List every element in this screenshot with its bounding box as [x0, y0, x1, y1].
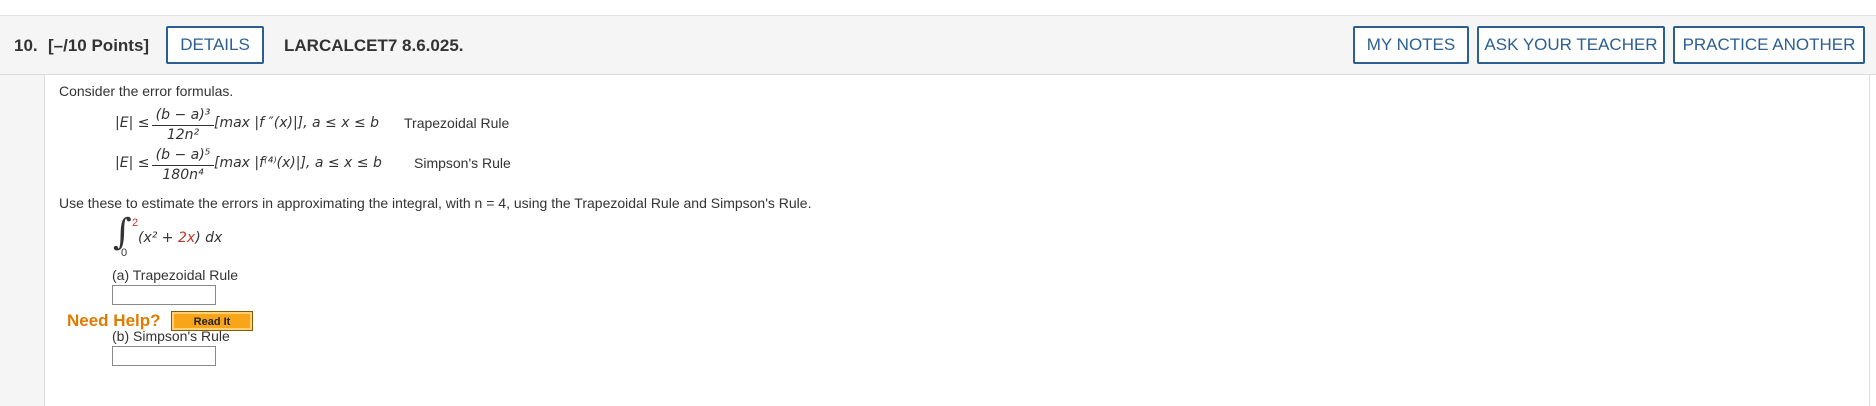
- gutter-divider: [44, 75, 45, 406]
- integral-upper-limit: 2: [132, 217, 139, 229]
- my-notes-button[interactable]: MY NOTES: [1353, 26, 1469, 64]
- part-a-answer-input[interactable]: [112, 285, 216, 305]
- read-it-button[interactable]: Read It: [171, 311, 253, 331]
- trap-denominator: 12n²: [166, 127, 200, 143]
- question-code: LARCALCET7 8.6.025.: [284, 36, 464, 55]
- trap-rule-name: Trapezoidal Rule: [404, 115, 510, 131]
- integrand-red: 2x: [178, 230, 196, 246]
- left-gutter: [0, 75, 44, 406]
- integral-lower-limit: 0: [121, 247, 128, 259]
- intro-text: Consider the error formulas.: [59, 83, 234, 99]
- integral-sign: ∫: [113, 212, 132, 253]
- simp-lhs: |E| ≤: [115, 155, 150, 171]
- simp-fraction: (b − a)⁵ 180n⁴: [152, 147, 214, 185]
- part-a-label: (a) Trapezoidal Rule: [112, 267, 239, 283]
- integrand: (x² + 2x) dx: [138, 230, 222, 246]
- trap-numerator: (b − a)³: [155, 107, 211, 123]
- simp-max-term: [max |f⁽⁴⁾(x)|], a ≤ x ≤ b: [214, 155, 382, 171]
- question-points: [–/10 Points]: [48, 36, 150, 55]
- details-button[interactable]: DETAILS: [166, 26, 264, 64]
- instruction-text: Use these to estimate the errors in appr…: [59, 195, 812, 211]
- part-b-answer-input[interactable]: [112, 346, 216, 366]
- practice-another-button[interactable]: PRACTICE ANOTHER: [1673, 26, 1865, 64]
- right-divider: [1869, 75, 1870, 406]
- simp-denominator: 180n⁴: [162, 167, 204, 183]
- trap-max-term: [max |f ″(x)|], a ≤ x ≤ b: [214, 115, 380, 131]
- need-help-label: Need Help?: [67, 311, 161, 330]
- question-number: 10.: [14, 36, 38, 55]
- simp-numerator: (b − a)⁵: [155, 147, 211, 163]
- trap-fraction: (b − a)³ 12n²: [152, 107, 214, 145]
- ask-your-teacher-button[interactable]: ASK YOUR TEACHER: [1477, 26, 1665, 64]
- integrand-pre: (x² +: [138, 230, 178, 246]
- integrand-post: ) dx: [195, 230, 223, 246]
- question-header: 10. [–/10 Points] DETAILS LARCALCET7 8.6…: [0, 16, 1876, 75]
- question-body: Consider the error formulas. |E| ≤ (b − …: [0, 75, 1876, 406]
- simp-rule-name: Simpson's Rule: [414, 155, 511, 171]
- trap-lhs: |E| ≤: [115, 115, 150, 131]
